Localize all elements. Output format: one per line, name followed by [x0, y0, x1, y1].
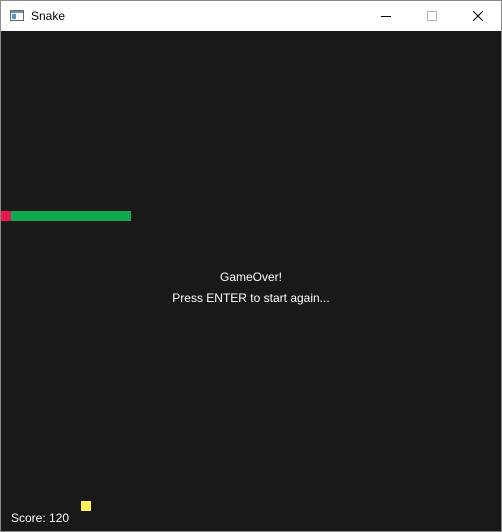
- maximize-icon: [427, 11, 437, 21]
- food-pellet: [81, 501, 91, 511]
- close-button[interactable]: [455, 1, 501, 31]
- snake-body: [11, 211, 131, 221]
- score-label: Score:: [11, 511, 46, 525]
- app-window-icon: [10, 10, 24, 21]
- restart-instruction: Press ENTER to start again...: [172, 291, 330, 305]
- maximize-button[interactable]: [409, 1, 455, 31]
- app-window: Snake GameOver! Press ENTER to start aga…: [0, 0, 502, 532]
- minimize-button[interactable]: [363, 1, 409, 31]
- close-icon: [473, 11, 483, 21]
- title-bar[interactable]: Snake: [1, 1, 501, 31]
- score-value: 120: [49, 511, 70, 525]
- snake-head: [1, 211, 11, 221]
- minimize-icon: [381, 16, 391, 17]
- game-canvas[interactable]: GameOver! Press ENTER to start again... …: [1, 31, 501, 531]
- score-display: Score: 120: [11, 511, 69, 525]
- window-title: Snake: [31, 9, 66, 23]
- game-over-message: GameOver!: [219, 270, 282, 284]
